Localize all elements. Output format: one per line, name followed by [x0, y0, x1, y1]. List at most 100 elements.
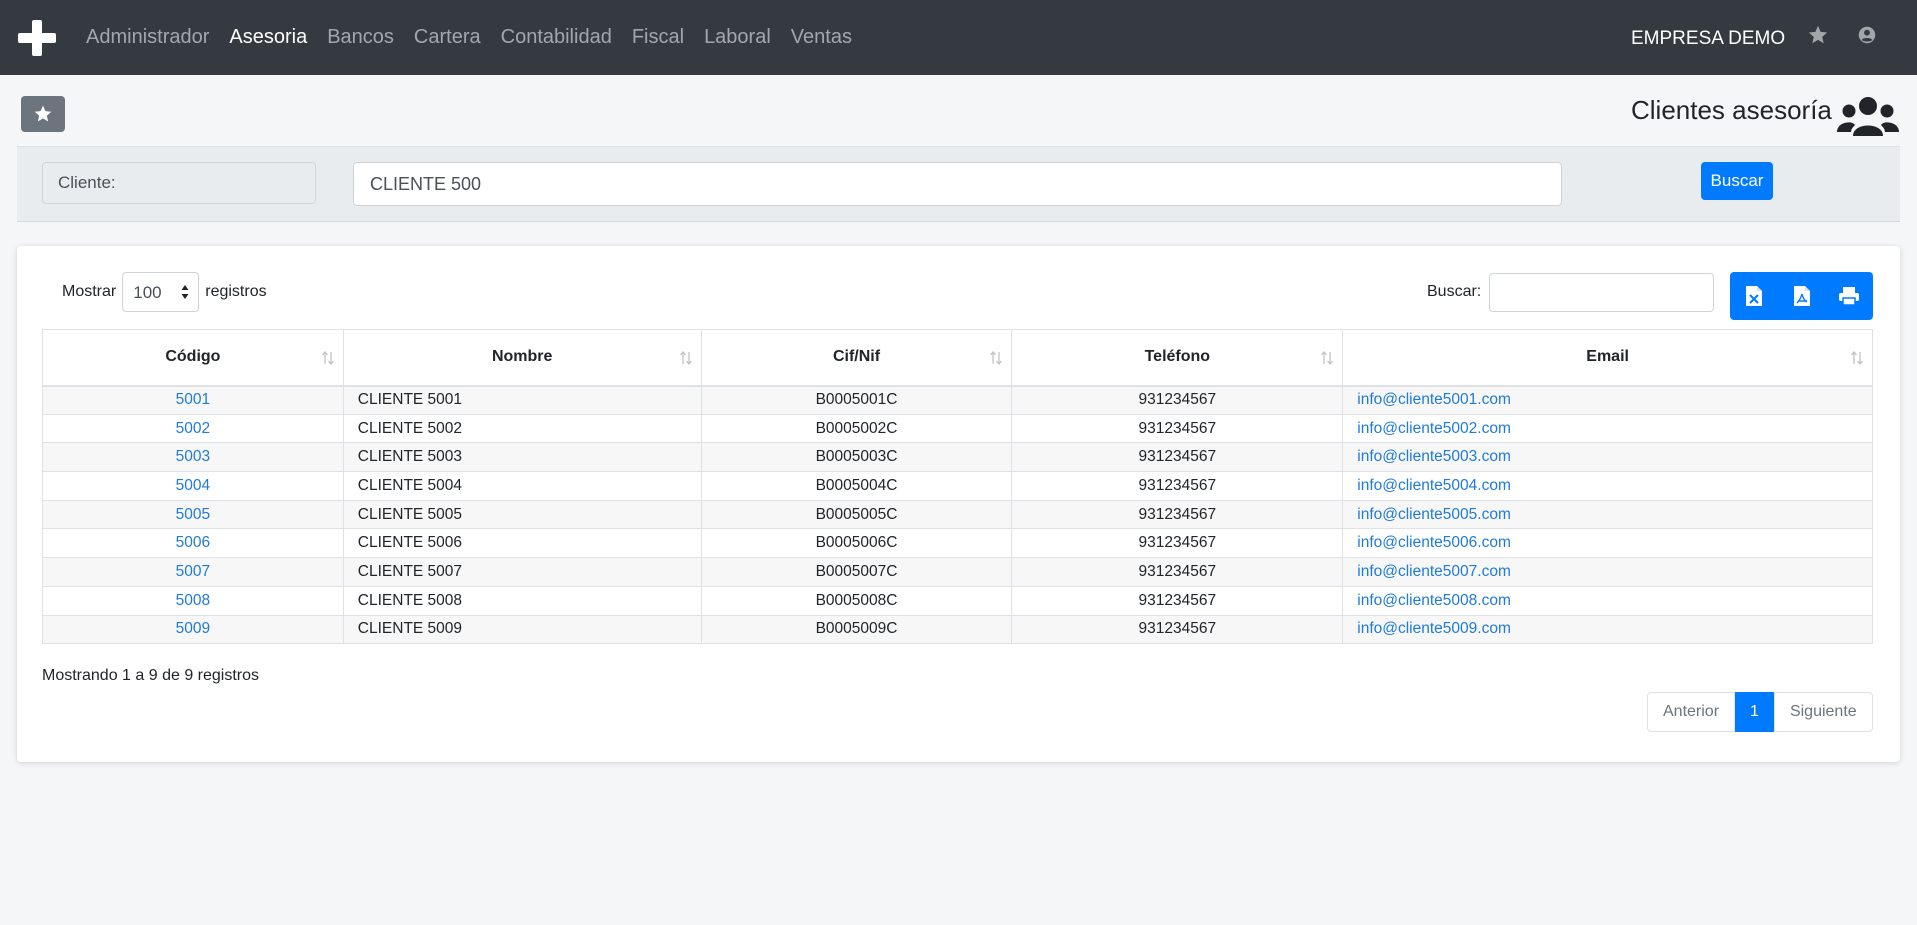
cell-telefono-text: 931234567 — [1138, 448, 1217, 466]
export-button-group — [1730, 272, 1873, 320]
table-search-input[interactable] — [1489, 272, 1715, 312]
table-row: 5007 CLIENTE 5007 B0005007C 931234567 info@c… — [42, 557, 1873, 587]
star-icon[interactable] — [1807, 24, 1829, 46]
nav-item-bancos[interactable]: Bancos — [327, 26, 394, 49]
cell-email-link[interactable]: info@cliente5007.com — [1357, 563, 1511, 580]
cell-email-link[interactable]: info@cliente5001.com — [1357, 391, 1511, 408]
cell-telefono: 931234567 — [1011, 499, 1344, 530]
top-navbar: Administrador Asesoria Bancos Cartera Co… — [0, 0, 1917, 75]
nav-item-ventas[interactable]: Ventas — [791, 26, 852, 49]
sort-icon — [1851, 350, 1863, 366]
plus-logo-icon[interactable] — [18, 20, 56, 56]
table-row: 5001 CLIENTE 5001 B0005001C 931234567 info@c… — [42, 385, 1873, 415]
favorite-button[interactable] — [21, 96, 65, 132]
cell-codigo-link[interactable]: 5006 — [176, 534, 210, 551]
cell-telefono: 931234567 — [1011, 614, 1344, 645]
cell-telefono: 931234567 — [1011, 557, 1344, 587]
table-info: Mostrando 1 a 9 de 9 registros — [42, 667, 260, 684]
cell-cif-nif: B0005006C — [700, 528, 1013, 559]
sort-icon — [1321, 350, 1334, 366]
column-header-nombre[interactable]: Nombre — [342, 329, 702, 387]
pagination-next[interactable]: Siguiente — [1773, 692, 1873, 732]
user-circle-icon[interactable] — [1856, 24, 1878, 46]
cell-codigo-link[interactable]: 5002 — [176, 420, 210, 437]
cell-telefono-text: 931234567 — [1138, 591, 1217, 609]
cell-email: info@cliente5008.com — [1342, 585, 1873, 616]
cell-codigo: 5001 — [42, 385, 344, 415]
cell-codigo-link[interactable]: 5004 — [176, 477, 210, 494]
cell-email: info@cliente5005.com — [1342, 499, 1873, 530]
cell-email-link[interactable]: info@cliente5009.com — [1357, 620, 1511, 637]
column-header-telefono[interactable]: Teléfono — [1011, 329, 1344, 387]
cell-codigo-link[interactable]: 5003 — [176, 448, 210, 465]
cell-nombre-text: CLIENTE 5005 — [357, 505, 463, 523]
nav-item-fiscal[interactable]: Fiscal — [632, 26, 684, 49]
cell-telefono-text: 931234567 — [1138, 620, 1217, 638]
print-button[interactable] — [1825, 272, 1873, 320]
cell-nombre: CLIENTE 5003 — [342, 442, 702, 473]
cell-telefono: 931234567 — [1011, 585, 1344, 616]
export-excel-button[interactable] — [1730, 272, 1778, 320]
cell-nombre-text: CLIENTE 5001 — [357, 391, 463, 409]
show-prefix-label: Mostrar — [62, 283, 117, 300]
cell-codigo-link[interactable]: 5001 — [176, 391, 210, 408]
cell-nombre: CLIENTE 5009 — [342, 614, 702, 645]
pagination-page-1[interactable]: 1 — [1735, 692, 1774, 732]
cell-codigo-link[interactable]: 5005 — [176, 506, 210, 523]
cell-cif-nif-text: B0005001C — [815, 391, 898, 409]
cell-nombre-text: CLIENTE 5007 — [357, 562, 463, 580]
cell-nombre-text: CLIENTE 5006 — [357, 534, 463, 552]
cell-codigo-link[interactable]: 5008 — [176, 592, 210, 609]
nav-item-cartera[interactable]: Cartera — [414, 26, 481, 49]
cell-telefono-text: 931234567 — [1138, 534, 1217, 552]
cell-email: info@cliente5007.com — [1342, 557, 1873, 587]
page-length-select[interactable]: 100 — [122, 272, 200, 312]
cell-nombre: CLIENTE 5006 — [342, 528, 702, 559]
nav-item-asesoria[interactable]: Asesoria — [229, 26, 307, 49]
cell-telefono: 931234567 — [1011, 528, 1344, 559]
cell-nombre-text: CLIENTE 5003 — [357, 448, 463, 466]
cell-cif-nif-text: B0005003C — [815, 448, 898, 466]
cell-cif-nif-text: B0005007C — [815, 562, 898, 580]
column-header-email[interactable]: Email — [1342, 329, 1873, 387]
cell-email-link[interactable]: info@cliente5006.com — [1357, 534, 1511, 551]
search-button[interactable]: Buscar — [1701, 162, 1773, 200]
cell-codigo-link[interactable]: 5009 — [176, 620, 210, 637]
print-icon — [1839, 287, 1860, 306]
cell-email-link[interactable]: info@cliente5004.com — [1357, 477, 1511, 494]
nav-item-contabilidad[interactable]: Contabilidad — [501, 26, 612, 49]
cell-email-link[interactable]: info@cliente5003.com — [1357, 448, 1511, 465]
pagination: Anterior 1 Siguiente — [1647, 692, 1873, 732]
cell-cif-nif: B0005005C — [700, 499, 1013, 530]
cell-cif-nif-text: B0005009C — [815, 620, 898, 638]
client-filter-input[interactable] — [353, 162, 1562, 206]
cell-codigo: 5006 — [42, 528, 344, 559]
export-pdf-button[interactable] — [1778, 272, 1826, 320]
cell-email: info@cliente5009.com — [1342, 614, 1873, 645]
cell-nombre-text: CLIENTE 5009 — [357, 620, 463, 638]
users-icon — [1837, 97, 1899, 136]
nav-item-administrador[interactable]: Administrador — [86, 26, 209, 49]
table-row: 5003 CLIENTE 5003 B0005003C 931234567 info@c… — [42, 442, 1873, 473]
company-name[interactable]: EMPRESA DEMO — [1631, 28, 1785, 50]
cell-telefono: 931234567 — [1011, 442, 1344, 473]
cell-email-link[interactable]: info@cliente5005.com — [1357, 506, 1511, 523]
cell-codigo-link[interactable]: 5007 — [176, 563, 210, 580]
column-header-codigo[interactable]: Código — [42, 329, 344, 387]
cell-nombre-text: CLIENTE 5002 — [357, 419, 463, 437]
results-card: Mostrar 100 registros Buscar: Código Nom… — [17, 246, 1900, 762]
cell-codigo: 5005 — [42, 499, 344, 530]
cell-email-link[interactable]: info@cliente5002.com — [1357, 420, 1511, 437]
nav-item-laboral[interactable]: Laboral — [704, 26, 771, 49]
cell-cif-nif: B0005001C — [700, 385, 1013, 415]
cell-cif-nif: B0005008C — [700, 585, 1013, 616]
pagination-previous[interactable]: Anterior — [1647, 692, 1736, 732]
cell-cif-nif-text: B0005005C — [815, 505, 898, 523]
cell-email-link[interactable]: info@cliente5008.com — [1357, 592, 1511, 609]
cell-cif-nif: B0005002C — [700, 413, 1013, 444]
column-header-cif-nif[interactable]: Cif/Nif — [700, 329, 1013, 387]
cell-telefono-text: 931234567 — [1138, 391, 1217, 409]
client-filter-label: Cliente: — [42, 162, 316, 204]
table-row: 5005 CLIENTE 5005 B0005005C 931234567 info@c… — [42, 499, 1873, 530]
table-search-label: Buscar: — [1427, 283, 1482, 300]
